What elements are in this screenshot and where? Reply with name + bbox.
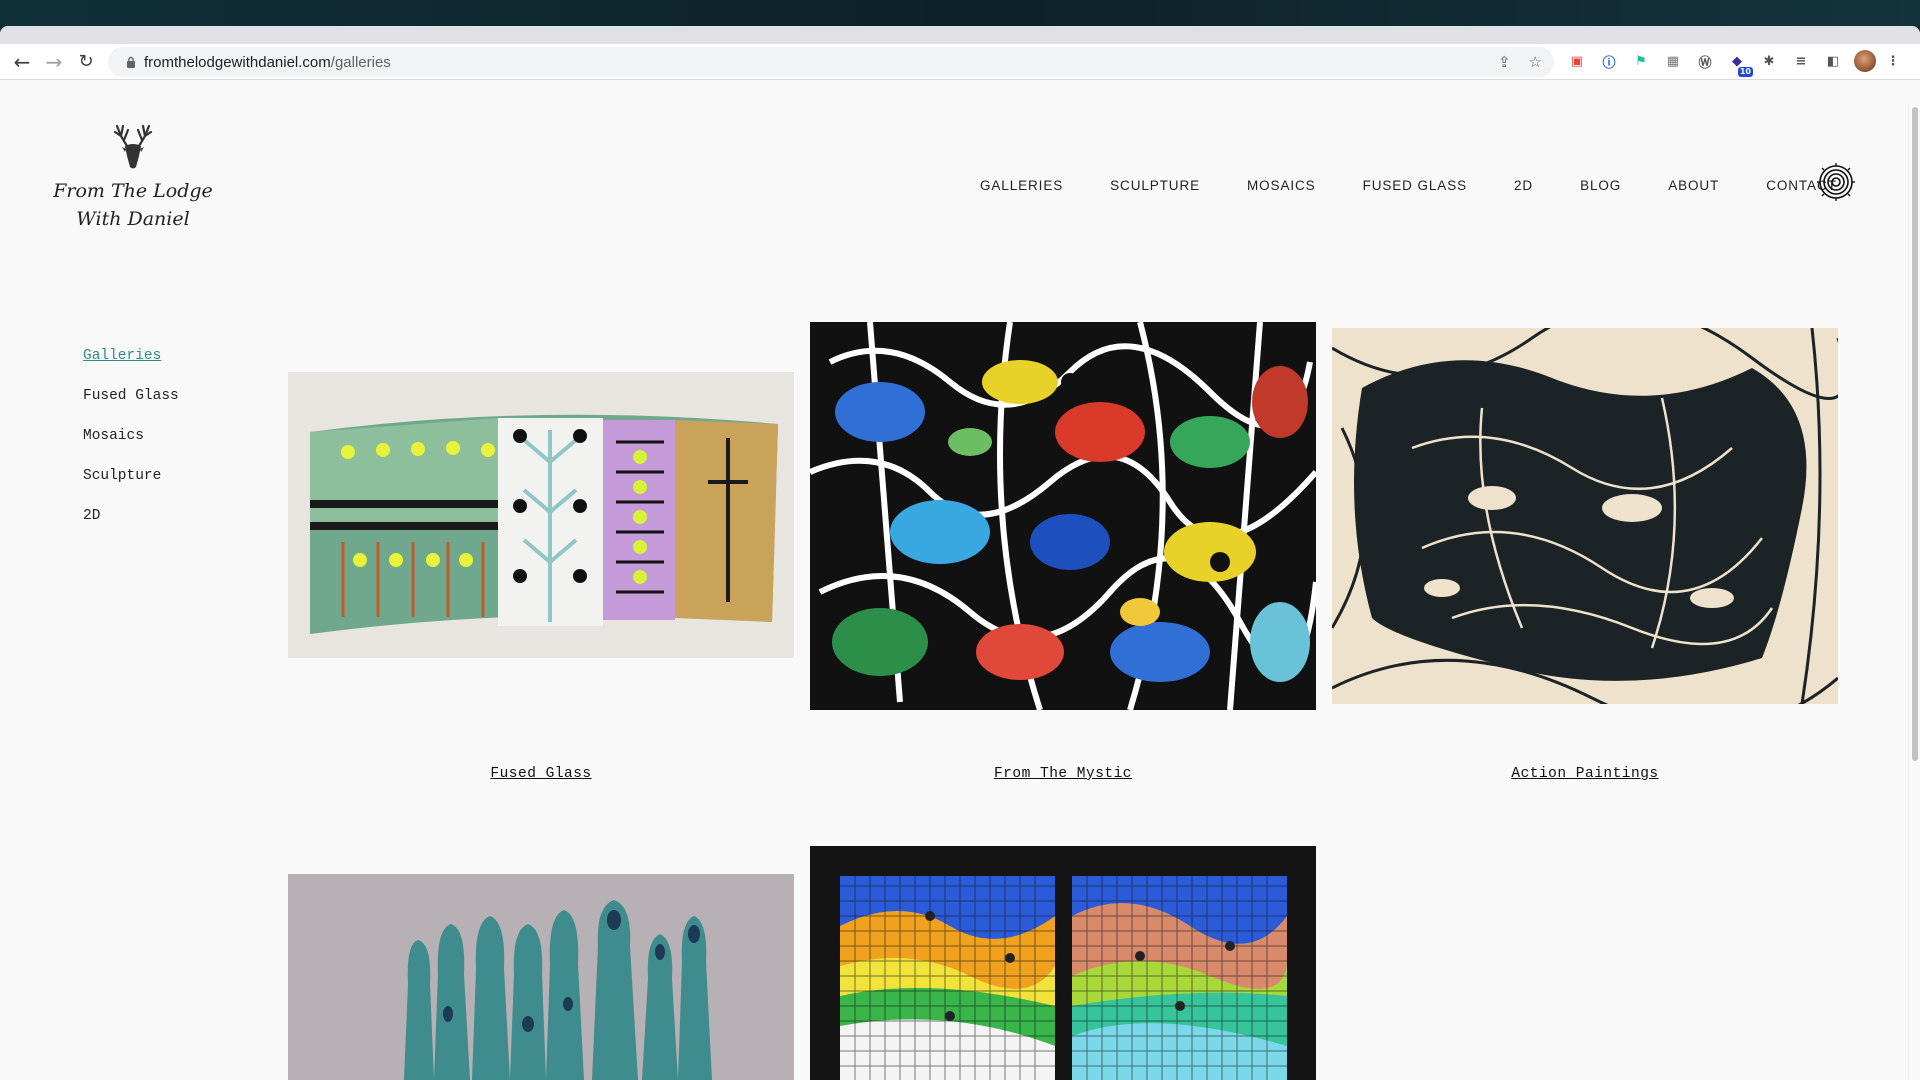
- share-icon[interactable]: ⇪: [1498, 53, 1511, 71]
- gallery-link-fused-glass[interactable]: Fused Glass: [288, 766, 794, 782]
- from-the-mystic-gallery-image[interactable]: [810, 322, 1316, 710]
- back-arrow-icon[interactable]: ←: [6, 46, 38, 78]
- desktop-background: [0, 0, 1920, 26]
- gallery-sidebar: Galleries Fused Glass Mosaics Sculpture …: [83, 346, 179, 546]
- puzzle-extensions-icon[interactable]: ✱: [1758, 50, 1780, 72]
- extension-badge-count: 10: [1737, 67, 1753, 77]
- site-logo[interactable]: From The Lodge With Daniel: [40, 120, 226, 233]
- onepassword-extension-icon[interactable]: ⓘ: [1598, 50, 1620, 72]
- menu-kebab-icon[interactable]: ⋮: [1886, 50, 1900, 72]
- gallery-link-from-the-mystic[interactable]: From The Mystic: [810, 766, 1316, 782]
- page-scrollbar[interactable]: [1908, 104, 1920, 1080]
- web-page: From The Lodge With Daniel GALLERIES SCU…: [0, 104, 1908, 1080]
- lock-icon: [118, 56, 144, 68]
- extension-icon-badge[interactable]: ◆ 10: [1726, 50, 1753, 77]
- url-host: fromthelodgewithdaniel.com: [144, 53, 331, 71]
- sidebar-item-galleries[interactable]: Galleries: [83, 346, 179, 386]
- extension-icon-grey[interactable]: ▦: [1662, 50, 1684, 72]
- reload-icon[interactable]: ↻: [70, 46, 102, 78]
- spiral-icon[interactable]: [1817, 163, 1855, 201]
- mosaics-gallery-image[interactable]: [810, 846, 1316, 1080]
- extensions-area: ▣ ⓘ ⚑ ▦ Ⓦ ◆ 10 ✱ ≡ ◧ ⋮: [1566, 50, 1900, 77]
- logo-text-line2: With Daniel: [76, 208, 190, 230]
- nav-mosaics[interactable]: MOSAICS: [1247, 178, 1316, 193]
- nav-2d[interactable]: 2D: [1514, 178, 1533, 193]
- deer-head-icon: [113, 124, 153, 169]
- media-queue-icon[interactable]: ≡: [1790, 50, 1812, 72]
- main-navigation: GALLERIES SCULPTURE MOSAICS FUSED GLASS …: [980, 178, 1837, 193]
- forward-arrow-icon[interactable]: →: [38, 46, 70, 78]
- address-bar[interactable]: fromthelodgewithdaniel.com/galleries ⇪ ☆: [108, 47, 1554, 77]
- side-panel-icon[interactable]: ◧: [1822, 50, 1844, 72]
- sidebar-item-fused-glass[interactable]: Fused Glass: [83, 386, 179, 426]
- sculpture-gallery-image[interactable]: [288, 874, 794, 1080]
- nav-about[interactable]: ABOUT: [1668, 178, 1719, 193]
- extension-icon-green[interactable]: ⚑: [1630, 50, 1652, 72]
- gallery-link-action-paintings[interactable]: Action Paintings: [1332, 766, 1838, 782]
- sidebar-item-mosaics[interactable]: Mosaics: [83, 426, 179, 466]
- sidebar-item-sculpture[interactable]: Sculpture: [83, 466, 179, 506]
- action-paintings-gallery-image[interactable]: [1332, 328, 1838, 704]
- nav-galleries[interactable]: GALLERIES: [980, 178, 1063, 193]
- wordpress-extension-icon[interactable]: Ⓦ: [1694, 50, 1716, 72]
- nav-sculpture[interactable]: SCULPTURE: [1110, 178, 1200, 193]
- fused-glass-gallery-image[interactable]: [288, 372, 794, 658]
- url-path: /galleries: [330, 53, 391, 71]
- nav-blog[interactable]: BLOG: [1580, 178, 1621, 193]
- lastpass-extension-icon[interactable]: ▣: [1566, 50, 1588, 72]
- scrollbar-thumb[interactable]: [1912, 107, 1918, 761]
- profile-avatar[interactable]: [1854, 50, 1876, 72]
- sidebar-item-2d[interactable]: 2D: [83, 506, 179, 546]
- logo-text-line1: From The Lodge: [53, 180, 213, 202]
- browser-toolbar: ← → ↻ fromthelodgewithdaniel.com/galleri…: [0, 44, 1920, 80]
- nav-fused-glass[interactable]: FUSED GLASS: [1363, 178, 1467, 193]
- bookmark-star-icon[interactable]: ☆: [1529, 53, 1542, 71]
- url-text: fromthelodgewithdaniel.com/galleries: [144, 54, 391, 71]
